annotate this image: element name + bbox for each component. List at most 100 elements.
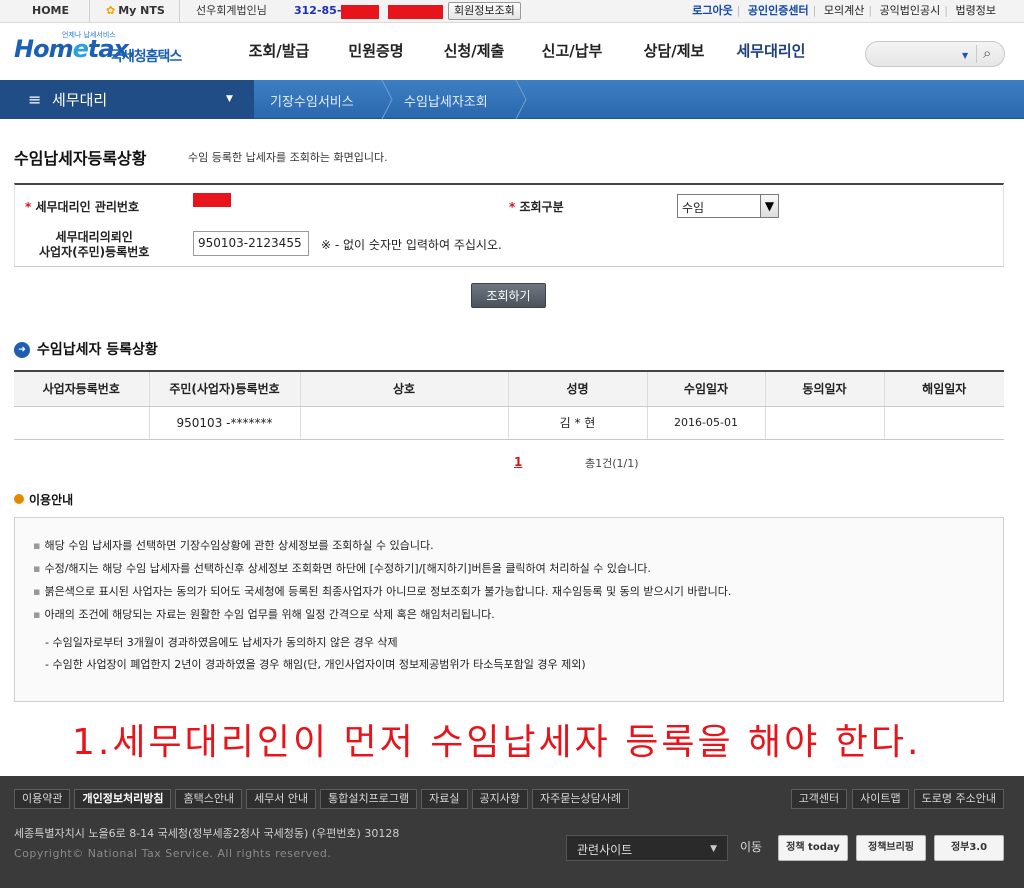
- header: 언제나 납세서비스 Hometax. 국세청홈택스 조회/발급 민원증명 신청/…: [0, 24, 1024, 79]
- gov30-banner[interactable]: 정부3.0: [934, 835, 1004, 861]
- guide-item: ▪ 수정/해지는 해당 수임 납세자를 선택하신후 상세정보 조회화면 하단에 […: [33, 562, 651, 575]
- logo-korean: 국세청홈택스: [110, 49, 182, 65]
- mynts-link[interactable]: ✿ My NTS: [92, 0, 180, 23]
- user-greeting: 선우회계법인님: [196, 4, 267, 17]
- footer-link-support[interactable]: 고객센터: [790, 789, 848, 809]
- cert-center-link[interactable]: 공인인증센터: [744, 4, 813, 17]
- section-menu[interactable]: ≡ 세무대리 ▼: [0, 80, 254, 119]
- client-id-input[interactable]: 950103-2123455: [193, 231, 309, 256]
- menu-inquiry[interactable]: 조회/발급: [232, 24, 326, 79]
- cell-dismiss-date: [884, 406, 1004, 440]
- guide-title: 이용안내: [29, 493, 74, 507]
- menu-certificate[interactable]: 민원증명: [326, 24, 426, 79]
- result-table: 사업자등록번호 주민(사업자)등록번호 상호 성명 수임일자 동의일자 해임일자…: [14, 370, 1004, 440]
- menu-filing[interactable]: 신고/납부: [522, 24, 622, 79]
- footer-address: 세종특별자치시 노을6로 8-14 국세청(정부세종2청사 국세청동) (우편번…: [14, 827, 400, 840]
- col-biz-no: 사업자등록번호: [14, 370, 150, 407]
- footer-link-road-address[interactable]: 도로명 주소안내: [913, 789, 1004, 809]
- page-link[interactable]: 1: [514, 455, 522, 469]
- cell-company-name: [300, 406, 509, 440]
- page-title: 수임납세자등록상황: [14, 149, 147, 168]
- breadcrumb-separator-icon: [380, 80, 394, 119]
- guide-item: ▪ 해당 수임 납세자를 선택하면 기장수임상황에 관한 상세정보를 조회하실 수…: [33, 539, 434, 552]
- chevron-down-icon: ▼: [226, 94, 233, 104]
- redaction-box: [341, 5, 379, 19]
- cell-consent-date: [765, 406, 885, 440]
- total-count: 총1건(1/1): [585, 457, 639, 470]
- policy-briefing-banner[interactable]: 정책브리핑: [856, 835, 926, 861]
- dropdown-caret-icon[interactable]: ▼: [962, 51, 968, 60]
- footer-link-privacy[interactable]: 개인정보처리방침: [74, 789, 172, 809]
- chevron-down-icon[interactable]: ▼: [760, 195, 778, 217]
- main-menu: 조회/발급 민원증명 신청/제출 신고/납부 상담/제보 세무대리인: [232, 24, 816, 79]
- input-hint: ※ - 없이 숫자만 입력하여 주십시오.: [321, 238, 502, 252]
- mock-calc-link[interactable]: 모의계산: [820, 4, 868, 17]
- breadcrumb-separator-icon: [514, 80, 528, 119]
- footer-copyright: Copyright© National Tax Service. All rig…: [14, 847, 332, 860]
- table-row[interactable]: 950103 -******* 김 * 현 2016-05-01: [14, 406, 1004, 440]
- sun-icon: ✿: [106, 4, 116, 17]
- move-button[interactable]: 이동: [732, 835, 770, 861]
- guide-item: ▪ 붉은색으로 표시된 사업자는 동의가 되어도 국세청에 등록된 최종사업자가 …: [33, 585, 732, 598]
- col-company-name: 상호: [300, 370, 509, 407]
- footer-link-notice[interactable]: 공지사항: [471, 789, 528, 809]
- table-header-row: 사업자등록번호 주민(사업자)등록번호 상호 성명 수임일자 동의일자 해임일자: [14, 370, 1004, 407]
- section-label: 세무대리: [52, 91, 108, 109]
- public-corp-link[interactable]: 공익법인공시: [876, 4, 945, 17]
- guide-subitem: - 수임일자로부터 3개월이 경과하였음에도 납세자가 동의하지 않은 경우 삭…: [45, 636, 398, 649]
- related-sites-select[interactable]: 관련사이트 ▼: [566, 835, 728, 861]
- cell-person-name: 김 * 현: [508, 406, 648, 440]
- client-id-label: 세무대리의뢰인 사업자(주민)등록번호: [39, 230, 150, 259]
- col-resident-no: 주민(사업자)등록번호: [149, 370, 301, 407]
- mynts-label: My NTS: [118, 4, 165, 17]
- chevron-down-icon: ▼: [710, 844, 717, 854]
- menu-application[interactable]: 신청/제출: [426, 24, 522, 79]
- search-input[interactable]: ▼ ⌕: [865, 41, 1005, 67]
- footer-link-guide[interactable]: 홈택스안내: [175, 789, 243, 809]
- menu-tax-agent[interactable]: 세무대리인: [726, 24, 816, 79]
- footer-link-sitemap[interactable]: 사이트맵: [852, 789, 909, 809]
- query-button[interactable]: 조회하기: [471, 283, 546, 308]
- home-link[interactable]: HOME: [12, 0, 90, 23]
- util-links: 로그아웃 | 공인인증센터 | 모의계산 | 공익법인공시 | 법령정보: [688, 0, 1000, 22]
- col-dismiss-date: 해임일자: [884, 370, 1004, 407]
- redaction-box: [388, 5, 443, 19]
- footer: 이용약관 개인정보처리방침 홈택스안내 세무서 안내 통합설치프로그램 자료실 …: [0, 776, 1024, 888]
- query-type-value: 수임: [682, 201, 705, 215]
- query-type-select[interactable]: 수임 ▼: [677, 194, 779, 218]
- info-bullet-icon: [14, 494, 24, 504]
- search-form: * 세무대리인 관리번호 * 조회구분 수임 ▼ 세무대리의뢰인 사업자(주민)…: [14, 183, 1004, 267]
- footer-right-links: 고객센터 사이트맵 도로명 주소안내: [786, 789, 1004, 809]
- page-description: 수임 등록한 납세자를 조회하는 화면입니다.: [188, 151, 388, 164]
- search-icon[interactable]: ⌕: [983, 44, 991, 62]
- member-info-button[interactable]: 회원정보조회: [448, 2, 521, 20]
- breadcrumb-service[interactable]: 기장수임서비스: [270, 91, 354, 110]
- cell-engage-date: 2016-05-01: [647, 406, 766, 440]
- guide-subitem: - 수임한 사업장이 폐업한지 2년이 경과하였을 경우 해임(단, 개인사업자…: [45, 658, 586, 671]
- menu-consult[interactable]: 상담/제보: [622, 24, 726, 79]
- footer-link-library[interactable]: 자료실: [421, 789, 468, 809]
- breadcrumb-current[interactable]: 수임납세자조회: [404, 91, 488, 110]
- col-engage-date: 수임일자: [647, 370, 766, 407]
- guide-item: ▪ 아래의 조건에 해당되는 자료는 원활한 수임 업무를 위해 일정 간격으로 …: [33, 608, 495, 621]
- policy-today-banner[interactable]: 정책 today: [778, 835, 848, 861]
- footer-links: 이용약관 개인정보처리방침 홈택스안내 세무서 안내 통합설치프로그램 자료실 …: [14, 789, 633, 809]
- col-person-name: 성명: [508, 370, 648, 407]
- cell-resident-no: 950103 -*******: [149, 406, 301, 440]
- query-type-label: * 조회구분: [509, 200, 564, 214]
- footer-link-office[interactable]: 세무서 안내: [246, 789, 317, 809]
- redaction-box: [193, 193, 231, 207]
- annotation-text: 1.세무대리인이 먼저 수임납세자 등록을 해야 한다.: [72, 722, 922, 763]
- hamburger-icon: ≡: [28, 90, 42, 109]
- footer-link-install[interactable]: 통합설치프로그램: [320, 789, 418, 809]
- guide-box: ▪ 해당 수임 납세자를 선택하면 기장수임상황에 관한 상세정보를 조회하실 수…: [14, 517, 1004, 702]
- law-info-link[interactable]: 법령정보: [952, 4, 1000, 17]
- footer-link-terms[interactable]: 이용약관: [14, 789, 71, 809]
- utility-bar: HOME ✿ My NTS 선우회계법인님 312-85- 회원정보조회 로그아웃…: [0, 0, 1024, 23]
- location-bar: ≡ 세무대리 ▼ 기장수임서비스 수임납세자조회: [0, 80, 1024, 119]
- logout-link[interactable]: 로그아웃: [688, 4, 736, 17]
- footer-link-faq[interactable]: 자주묻는상담사례: [532, 789, 629, 809]
- business-number: 312-85-: [294, 4, 342, 17]
- cell-biz-no: [14, 406, 150, 440]
- result-section-title: 수임납세자 등록상황: [37, 342, 158, 358]
